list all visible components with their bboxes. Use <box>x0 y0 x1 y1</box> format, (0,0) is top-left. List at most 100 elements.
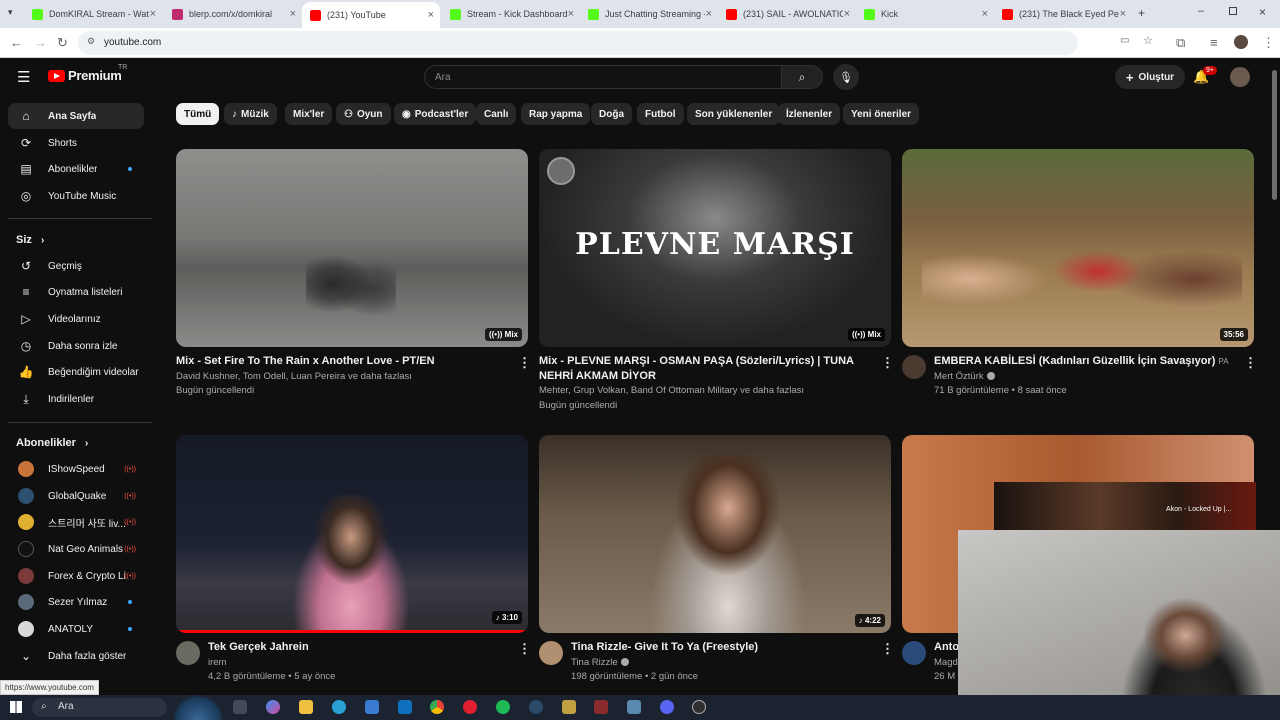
voice-search-button[interactable]: 🎙 <box>833 64 859 90</box>
video-title[interactable]: Tina Rizzle- Give It To Ya (Freestyle) <box>571 640 861 655</box>
video-title[interactable]: Mix - Set Fire To The Rain x Another Lov… <box>176 354 506 369</box>
restore-icon[interactable] <box>1229 7 1237 15</box>
browser-tab[interactable]: (231) SAIL - AWOLNATIO × <box>718 4 856 24</box>
media-icon[interactable]: ≡ <box>1210 35 1218 50</box>
sidebar-item-youtube-music[interactable]: ◎ YouTube Music <box>8 183 144 209</box>
page-scrollbar[interactable] <box>1272 70 1277 200</box>
channel-avatar[interactable] <box>176 641 200 665</box>
chip-recently-uploaded[interactable]: Son yüklenenler <box>687 103 781 125</box>
video-thumbnail[interactable]: ((•)) Mix <box>176 149 528 347</box>
more-actions-icon[interactable]: ⋮ <box>1244 355 1257 371</box>
site-info-icon[interactable]: ⚙ <box>87 36 95 47</box>
video-title[interactable]: Mix - PLEVNE MARŞI - OSMAN PAŞA (Sözleri… <box>539 354 869 384</box>
chrome-icon[interactable] <box>430 700 444 714</box>
sidebar-channel-item[interactable]: Forex & Crypto Li... ((•)) <box>8 563 144 589</box>
globe-widget-icon[interactable] <box>172 695 224 720</box>
forward-icon[interactable]: → <box>34 35 47 50</box>
create-button[interactable]: + Oluştur <box>1115 65 1185 89</box>
channel-avatar[interactable] <box>902 355 926 379</box>
spotify-icon[interactable] <box>496 700 510 714</box>
close-tab-icon[interactable]: × <box>428 9 434 21</box>
sidebar-channel-item[interactable]: 스트리머 사또 liv... ((•)) <box>8 509 144 535</box>
you-section-header[interactable]: Siz › <box>16 234 44 246</box>
chip-all[interactable]: Tümü <box>176 103 220 125</box>
chip-gaming[interactable]: ⚇ Oyun <box>336 103 391 125</box>
chip-football[interactable]: Futbol <box>637 103 684 125</box>
browser-tab[interactable]: blerp.com/x/domkiral × <box>164 4 302 24</box>
sidebar-channel-item[interactable]: IShowSpeed ((•)) <box>8 456 144 482</box>
steam-icon[interactable] <box>529 700 543 714</box>
task-view-icon[interactable] <box>233 700 247 714</box>
sidebar-item-home[interactable]: ⌂ Ana Sayfa <box>8 103 144 129</box>
browser-tab[interactable]: (231) The Black Eyed Pea × <box>994 4 1132 24</box>
more-actions-icon[interactable]: ⋮ <box>881 641 894 657</box>
more-actions-icon[interactable]: ⋮ <box>518 641 531 657</box>
opera-icon[interactable] <box>463 700 477 714</box>
sidebar-item-shorts[interactable]: ⟳ Shorts <box>8 130 144 156</box>
search-input[interactable]: Ara <box>424 65 782 89</box>
video-thumbnail[interactable]: 35:56 <box>902 149 1254 347</box>
back-icon[interactable]: ← <box>10 35 23 50</box>
taskbar-search[interactable]: ⌕ Ara <box>32 698 167 717</box>
app-icon[interactable] <box>594 700 608 714</box>
close-tab-icon[interactable]: × <box>982 8 988 20</box>
close-window-icon[interactable]: × <box>1259 5 1266 19</box>
edge-icon[interactable] <box>332 700 346 714</box>
close-tab-icon[interactable]: × <box>290 8 296 20</box>
chip-watched[interactable]: İzlenenler <box>778 103 841 125</box>
browser-tab[interactable]: Stream - Kick Dashboard × <box>442 4 580 24</box>
youtube-logo[interactable]: Premium TR <box>48 64 127 83</box>
browser-tab[interactable]: Just Chatting Streaming - × <box>580 4 718 24</box>
outlook-icon[interactable] <box>398 700 412 714</box>
video-channel[interactable]: Tina Rizzle <box>571 656 629 670</box>
video-thumbnail[interactable]: ♪ 3:10 <box>176 435 528 633</box>
close-tab-icon[interactable]: × <box>568 8 574 20</box>
close-tab-icon[interactable]: × <box>844 8 850 20</box>
sidebar-item-history[interactable]: ↺ Geçmiş <box>8 253 144 279</box>
copilot-icon[interactable] <box>266 700 280 714</box>
more-actions-icon[interactable]: ⋮ <box>881 355 894 371</box>
obs-icon[interactable] <box>692 700 706 714</box>
close-tab-icon[interactable]: × <box>706 8 712 20</box>
hamburger-menu-icon[interactable]: ☰ <box>17 68 30 86</box>
video-title[interactable]: EMBERA KABİLESİ (Kadınları Güzellik İçin… <box>934 354 1234 369</box>
close-tab-icon[interactable]: × <box>1120 8 1126 20</box>
video-channel[interactable]: Mehter, Grup Volkan, Band Of Ottoman Mil… <box>539 384 804 398</box>
profile-avatar[interactable] <box>1234 35 1248 49</box>
install-app-icon[interactable]: ▭ <box>1120 35 1129 46</box>
file-explorer-icon[interactable] <box>299 700 313 714</box>
video-channel[interactable]: irem <box>208 656 226 670</box>
discord-icon[interactable] <box>660 700 674 714</box>
video-thumbnail[interactable]: PLEVNE MARŞI ((•)) Mix <box>539 149 891 347</box>
browser-tab-active[interactable]: (231) YouTube × <box>302 2 440 28</box>
store-icon[interactable] <box>365 700 379 714</box>
video-channel[interactable]: Mert Öztürk <box>934 370 995 384</box>
chip-live[interactable]: Canlı <box>476 103 517 125</box>
chip-rap[interactable]: Rap yapma <box>521 103 591 125</box>
sidebar-item-liked-videos[interactable]: 👍 Beğendiğim videolar <box>8 359 144 385</box>
extensions-icon[interactable]: ⧉ <box>1176 35 1185 51</box>
sidebar-item-your-videos[interactable]: ▷ Videolarınız <box>8 306 144 332</box>
sidebar-item-subscriptions[interactable]: ▤ Abonelikler <box>8 156 144 182</box>
sidebar-item-playlists[interactable]: ≡ Oynatma listeleri <box>8 279 144 305</box>
channel-avatar[interactable] <box>902 641 926 665</box>
sidebar-item-downloads[interactable]: ⤓ İndirilenler <box>8 386 144 412</box>
close-tab-icon[interactable]: × <box>150 8 156 20</box>
subscriptions-section-header[interactable]: Abonelikler › <box>16 437 88 449</box>
chip-mixes[interactable]: Mix'ler <box>285 103 333 125</box>
video-channel[interactable]: Magd <box>934 656 958 670</box>
url-field[interactable]: ⚙ youtube.com ▭ ☆ <box>78 31 1153 55</box>
channel-avatar[interactable] <box>539 641 563 665</box>
browser-menu-icon[interactable]: ⋮ <box>1262 35 1275 51</box>
video-channel[interactable]: David Kushner, Tom Odell, Luan Pereira v… <box>176 370 412 384</box>
bookmark-star-icon[interactable]: ☆ <box>1143 34 1153 47</box>
chip-music[interactable]: ♪ Müzik <box>224 103 277 125</box>
sidebar-item-watch-later[interactable]: ◷ Daha sonra izle <box>8 333 144 359</box>
account-avatar[interactable] <box>1230 67 1250 87</box>
chip-new-to-you[interactable]: Yeni öneriler <box>843 103 920 125</box>
minimize-icon[interactable]: – <box>1198 5 1204 17</box>
windows-start-icon[interactable] <box>10 701 22 713</box>
video-title[interactable]: Tek Gerçek Jahrein <box>208 640 498 655</box>
browser-tab[interactable]: Kick × <box>856 4 994 24</box>
show-more-button[interactable]: ⌄ Daha fazla göster <box>8 643 144 669</box>
